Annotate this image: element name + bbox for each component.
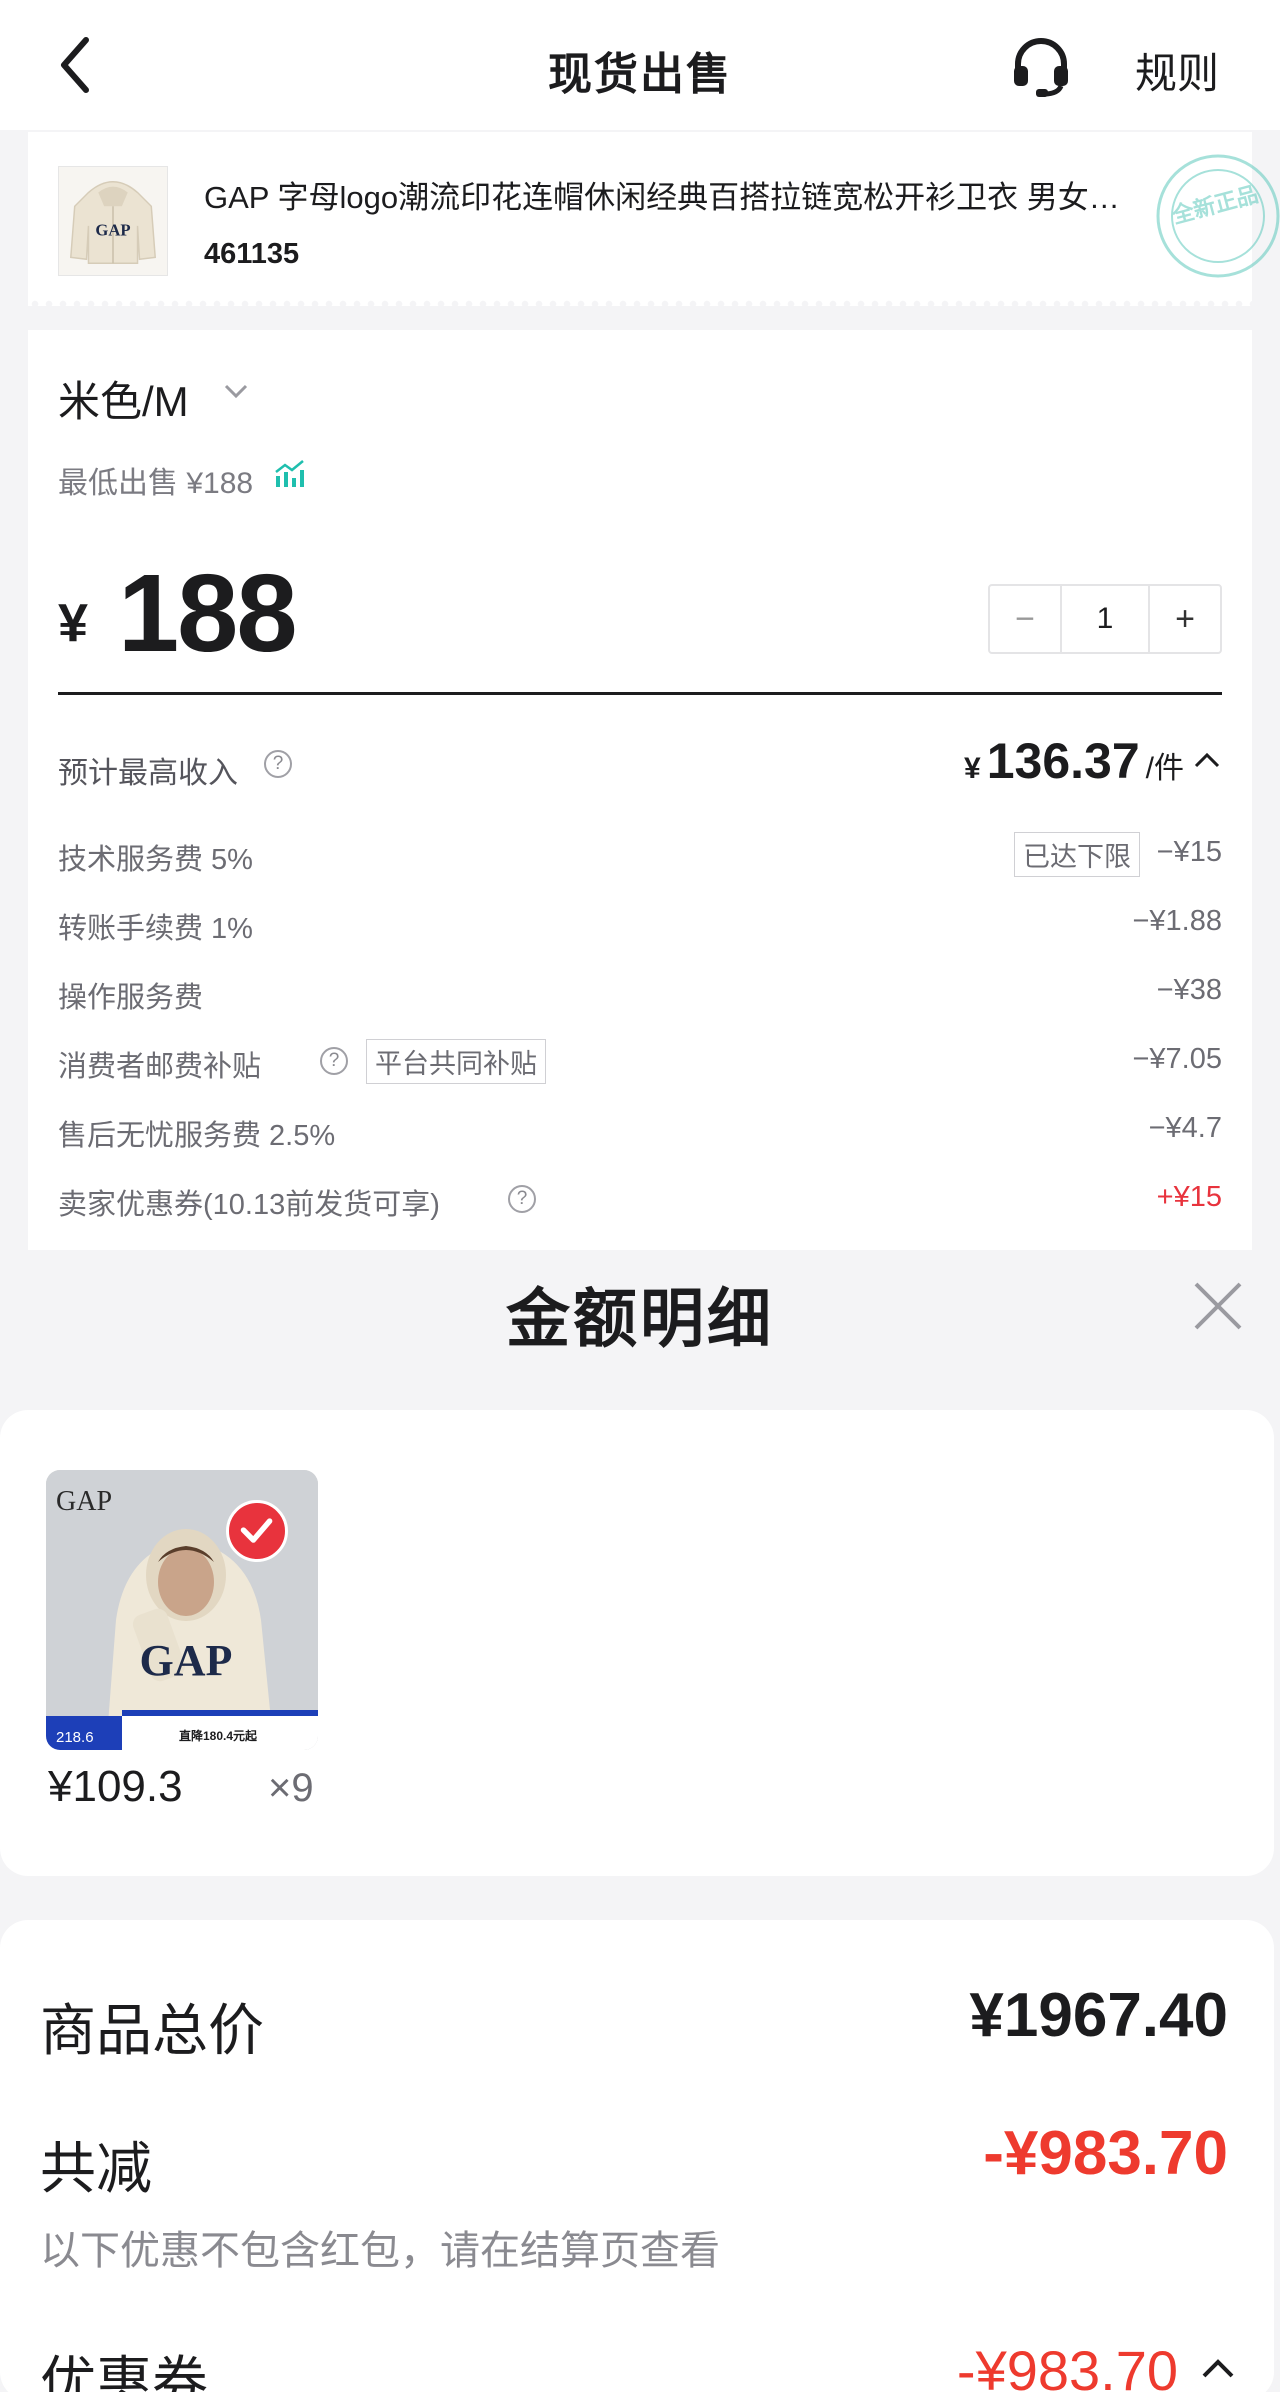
close-icon[interactable] [1188,1276,1248,1336]
chevron-down-icon[interactable] [221,376,251,406]
photo-banner-text: 直降180.4元起 [179,1728,258,1743]
ticket-edge [28,300,1252,308]
fee-label: 消费者邮费补贴 [58,1051,262,1083]
price-summary: 商品总价 ¥1967.40 共减 -¥983.70 以下优惠不包含红包，请在结算… [0,1920,1274,2392]
fee-row: 操作服务费 −¥38 [58,970,1222,1014]
fee-tag: 平台共同补贴 [366,1039,546,1084]
spec-selector[interactable]: 米色/M [58,368,189,429]
price-input[interactable]: 188 [118,550,298,677]
income-unit: /件 [1145,752,1184,785]
discount-value: -¥983.70 [983,2119,1228,2188]
thumb-logo-text: GAP [95,221,130,240]
header: 现货出售 规则 [0,0,1280,130]
chevron-up-icon[interactable] [1192,746,1222,776]
fee-label: 技术服务费 5% [58,844,253,876]
customer-service-icon[interactable] [1010,34,1072,98]
quantity-value[interactable]: 1 [1060,586,1150,652]
decrement-button[interactable]: − [990,586,1060,652]
page-title: 现货出售 [548,50,732,99]
fee-label: 转账手续费 1% [58,913,253,945]
fee-amount: −¥38 [1156,974,1222,1006]
fee-row: 消费者邮费补贴 ? 平台共同补贴 −¥7.05 [58,1039,1222,1084]
item-card: GAP GAP 218.6 直降180.4元起 ¥109.3 ×9 [0,1410,1274,1876]
fee-label: 操作服务费 [58,982,204,1014]
sell-form: 米色/M 最低出售 ¥188 ¥ 188 − 1 + 预计最高收入 ? ¥ 13… [28,330,1252,1250]
fee-amount: −¥1.88 [1132,905,1222,937]
discount-note: 以下优惠不包含红包，请在结算页查看 [40,2229,720,2273]
coupon-value: -¥983.70 [956,2339,1178,2392]
fee-amount: −¥15 [1156,836,1222,868]
fee-row: 转账手续费 1% −¥1.88 [58,901,1222,945]
fee-row: 售后无忧服务费 2.5% −¥4.7 [58,1108,1222,1152]
sheet-title: 金额明细 [506,1283,774,1355]
total-value: ¥1967.40 [969,1981,1228,2050]
income-currency: ¥ [964,752,981,785]
help-icon[interactable]: ? [320,1047,348,1075]
product-name: GAP 字母logo潮流印花连帽休闲经典百搭拉链宽松开衫卫衣 男女… [204,180,1120,215]
income-amount: 136.37 [986,733,1140,789]
price-trend-icon[interactable] [273,458,305,490]
increment-button[interactable]: + [1150,586,1220,652]
photo-banner-price: 218.6 [56,1729,94,1746]
fee-amount: −¥7.05 [1132,1043,1222,1075]
fee-row: 卖家优惠券(10.13前发货可享) ? +¥15 [58,1177,1222,1221]
total-label: 商品总价 [40,1999,264,2062]
coupon-label: 优惠券 [40,2351,208,2392]
price-currency: ¥ [58,593,89,653]
income-value[interactable]: ¥ 136.37 /件 [964,732,1222,790]
product-card[interactable]: GAP GAP 字母logo潮流印花连帽休闲经典百搭拉链宽松开衫卫衣 男女… 4… [28,132,1280,306]
help-icon[interactable]: ? [264,750,292,778]
quantity-stepper: − 1 + [988,584,1222,654]
fee-label: 卖家优惠券(10.13前发货可享) [58,1189,440,1221]
fee-amount: −¥4.7 [1148,1112,1222,1144]
fee-label: 售后无忧服务费 2.5% [58,1120,336,1152]
authentic-stamp: 全新正品 [1148,146,1280,286]
fee-tag: 已达下限 [1014,832,1140,877]
item-photo[interactable]: GAP GAP 218.6 直降180.4元起 [46,1470,318,1750]
lowest-price: 最低出售 ¥188 [58,467,254,500]
item-quantity: ×9 [268,1766,314,1810]
product-code: 461135 [204,238,300,270]
rules-link[interactable]: 规则 [1135,40,1219,101]
photo-brand-mark: GAP [56,1486,112,1517]
photo-chest-logo: GAP [140,1636,233,1685]
income-label: 预计最高收入 [58,757,238,790]
help-icon[interactable]: ? [508,1185,536,1213]
product-thumbnail: GAP [58,166,168,276]
price-underline [58,692,1222,695]
discount-label: 共减 [40,2137,152,2200]
selected-check-icon[interactable] [226,1500,288,1562]
fee-amount: +¥15 [1156,1181,1222,1213]
fee-row: 技术服务费 5% 已达下限 −¥15 [58,832,1222,877]
chevron-up-icon[interactable] [1198,2350,1238,2390]
item-price: ¥109.3 [48,1762,183,1811]
